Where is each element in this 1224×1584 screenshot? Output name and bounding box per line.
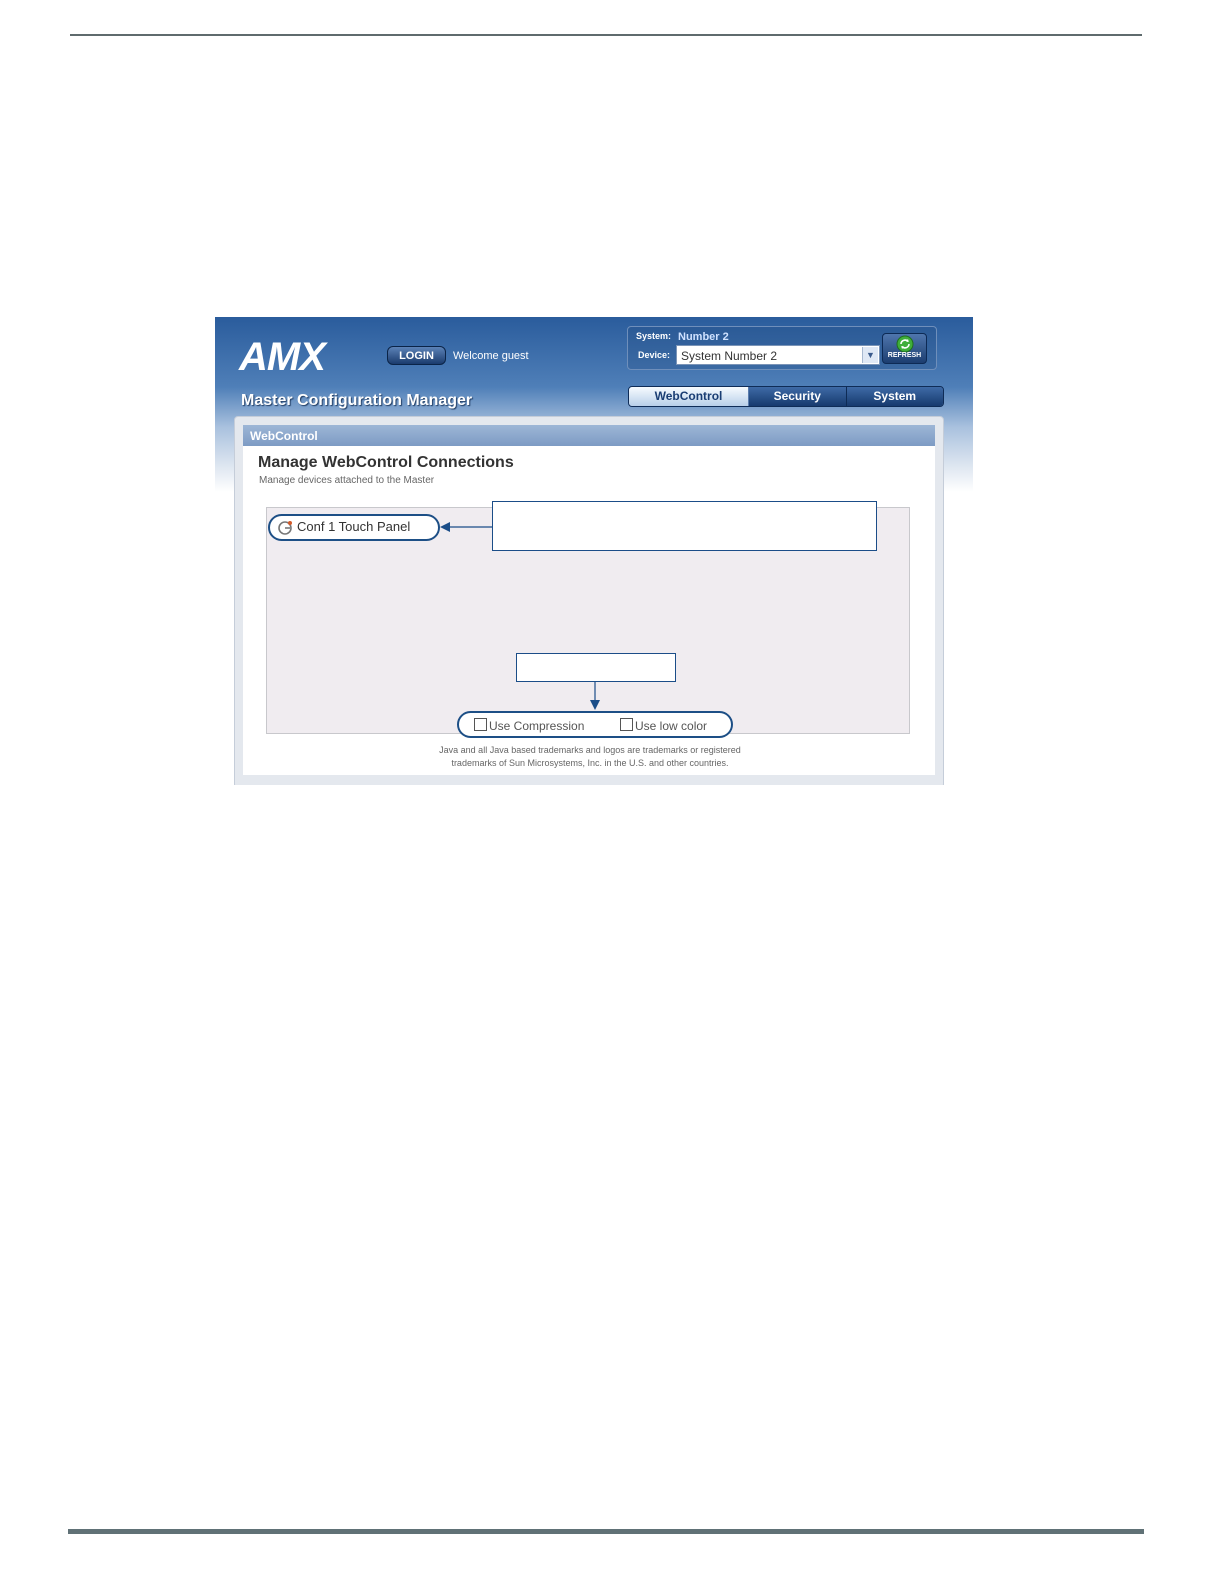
section-header-bar: WebControl: [243, 425, 935, 446]
page-top-rule: [70, 34, 1142, 36]
trademark-line-2: trademarks of Sun Microsystems, Inc. in …: [451, 758, 729, 768]
main-tabs: WebControl Security System: [628, 386, 944, 407]
login-button[interactable]: LOGIN: [387, 346, 446, 365]
webcontrol-options: Use Compression Use low color: [457, 711, 733, 738]
page-heading: Manage WebControl Connections: [258, 454, 514, 471]
trademark-line-1: Java and all Java based trademarks and l…: [439, 745, 741, 755]
tab-webcontrol[interactable]: WebControl: [629, 387, 749, 406]
refresh-label: REFRESH: [887, 352, 922, 359]
callout-box-options: [516, 653, 676, 682]
webcontrol-device-link[interactable]: Conf 1 Touch Panel: [268, 514, 440, 541]
use-low-color-checkbox[interactable]: [620, 718, 633, 731]
svg-text:AMX: AMX: [238, 337, 328, 375]
use-compression-checkbox[interactable]: [474, 718, 487, 731]
amx-logo: AMX: [238, 337, 329, 375]
device-label: Device:: [638, 350, 671, 360]
trademark-notice: Java and all Java based trademarks and l…: [395, 744, 785, 770]
use-low-color-label: Use low color: [635, 719, 708, 733]
system-panel: System: Number 2 Device: System Number 2…: [627, 326, 937, 370]
use-compression-label: Use Compression: [489, 719, 585, 733]
device-link-label: Conf 1 Touch Panel: [297, 519, 411, 534]
page-subheading: Manage devices attached to the Master: [259, 475, 435, 486]
webcontrol-device-icon: [278, 521, 292, 535]
app-title: Master Configuration Manager: [241, 392, 473, 409]
refresh-button[interactable]: REFRESH: [882, 333, 927, 364]
system-value: Number 2: [678, 331, 729, 343]
section-title: WebControl: [250, 429, 318, 443]
system-label: System:: [636, 331, 672, 341]
welcome-text: Welcome guest: [453, 350, 529, 362]
chevron-down-icon[interactable]: ▼: [862, 347, 878, 363]
device-select-value: System Number 2: [681, 349, 778, 363]
refresh-icon: [896, 335, 914, 353]
page-bottom-rule: [68, 1529, 1144, 1534]
callout-box-device: [492, 501, 877, 551]
master-config-screenshot: AMX LOGIN Welcome guest Master Configura…: [215, 317, 973, 785]
tab-system[interactable]: System: [846, 387, 943, 406]
device-select[interactable]: System Number 2 ▼: [676, 345, 880, 365]
tab-security[interactable]: Security: [749, 387, 847, 406]
